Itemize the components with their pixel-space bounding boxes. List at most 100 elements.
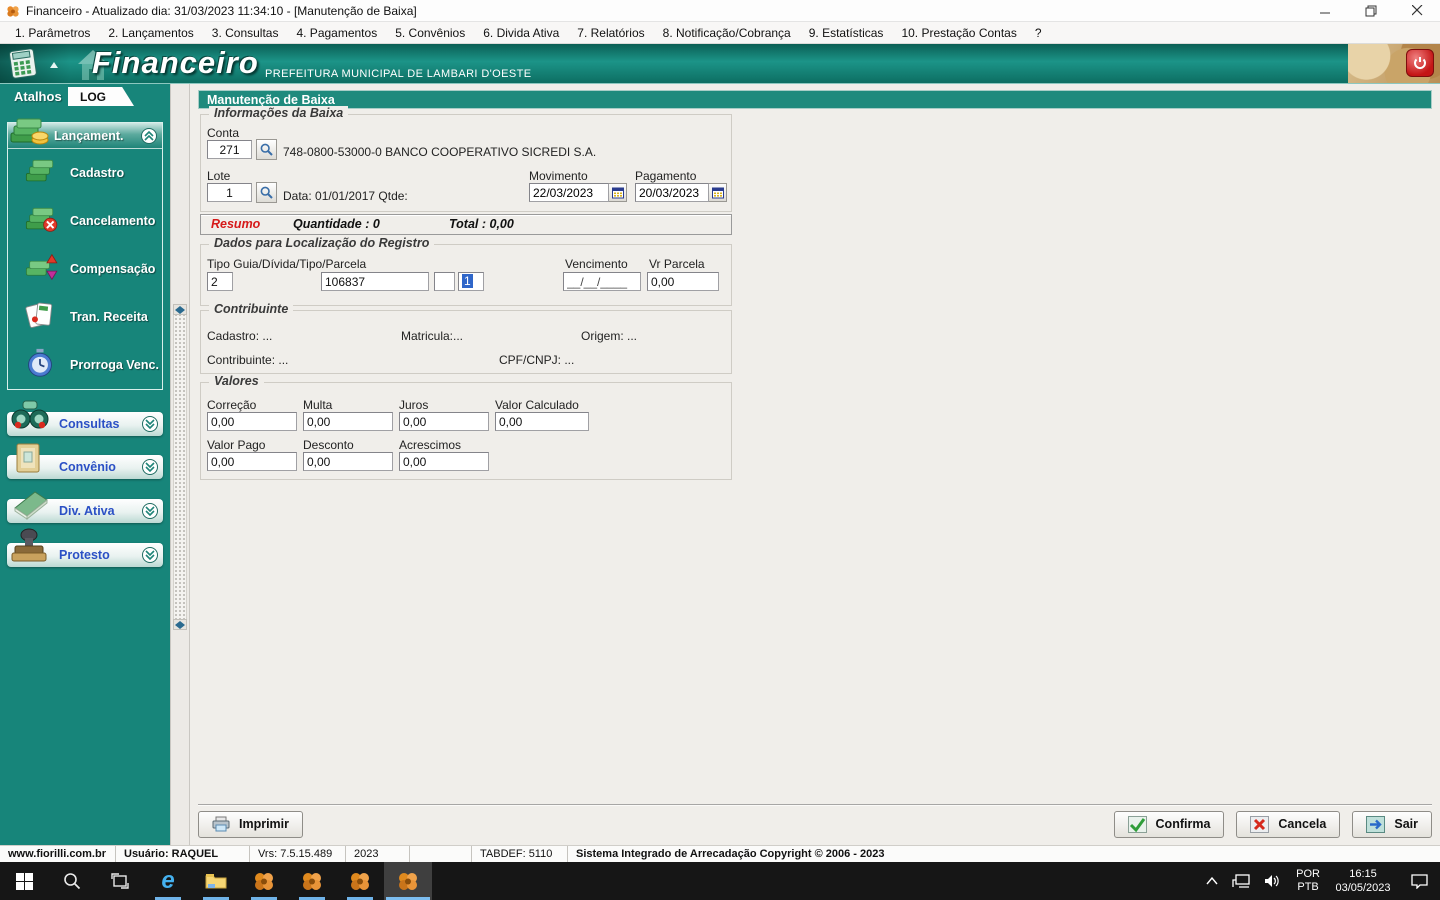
conta-input[interactable] xyxy=(207,140,252,159)
menu-help[interactable]: ? xyxy=(1026,22,1051,43)
valor-calculado-input[interactable] xyxy=(495,412,589,431)
chevron-down-icon[interactable] xyxy=(142,547,158,563)
valor-calculado-label: Valor Calculado xyxy=(495,398,579,412)
menu-consultas[interactable]: 3. Consultas xyxy=(203,22,288,43)
taskbar-internet-explorer[interactable]: e xyxy=(144,862,192,900)
sidebar-item-cancelamento[interactable]: Cancelamento xyxy=(8,197,162,245)
menu-notificacao-cobranca[interactable]: 8. Notificação/Cobrança xyxy=(654,22,800,43)
guia-input[interactable] xyxy=(321,272,429,291)
minimize-button[interactable] xyxy=(1302,0,1348,21)
cancela-button[interactable]: Cancela xyxy=(1236,810,1341,838)
menu-pagamentos[interactable]: 4. Pagamentos xyxy=(287,22,386,43)
splitter-collapse-buttons[interactable] xyxy=(173,304,187,315)
sidebar-item-prorroga-venc[interactable]: Prorroga Venc. xyxy=(8,341,162,389)
sidebar-group-divida-ativa[interactable]: Div. Ativa xyxy=(7,491,163,523)
arrow-right-icon[interactable] xyxy=(180,620,185,629)
atalhos-label: Atalhos xyxy=(14,89,62,104)
taskbar-fiorilli-app-2[interactable] xyxy=(288,862,336,900)
menu-lancamentos[interactable]: 2. Lançamentos xyxy=(99,22,202,43)
calendar-icon[interactable] xyxy=(709,183,727,202)
volume-icon[interactable] xyxy=(1257,862,1289,900)
menu-estatisticas[interactable]: 9. Estatísticas xyxy=(800,22,893,43)
sidebar-group-consultas[interactable]: Consultas xyxy=(7,400,163,436)
action-center-button[interactable] xyxy=(1399,862,1440,900)
parcela-selected-text: 1 xyxy=(462,274,473,288)
lote-input[interactable] xyxy=(207,183,252,202)
imprimir-button[interactable]: Imprimir xyxy=(198,810,304,838)
juros-label: Juros xyxy=(399,398,429,412)
sidebar-item-label: Prorroga Venc. xyxy=(70,358,159,372)
fiorilli-app-icon xyxy=(399,873,417,890)
sidebar-item-label: Tran. Receita xyxy=(70,310,148,324)
resumo-label: Resumo xyxy=(211,217,261,231)
menu-relatorios[interactable]: 7. Relatórios xyxy=(568,22,653,43)
clock[interactable]: 16:15 03/05/2023 xyxy=(1327,862,1399,900)
correcao-label: Correção xyxy=(207,398,257,412)
header-dropdown-arrow-icon[interactable] xyxy=(50,62,58,68)
confirma-button[interactable]: Confirma xyxy=(1113,810,1225,838)
menu-parametros[interactable]: 1. Parâmetros xyxy=(6,22,99,43)
movimento-date-input[interactable] xyxy=(529,183,609,202)
sidebar-group-lancamento-header[interactable]: Lançament. xyxy=(8,118,162,149)
language-indicator[interactable]: POR PTB xyxy=(1289,862,1327,900)
main-panel: Manutenção de Baixa Informações da Baixa… xyxy=(190,84,1440,845)
sidebar-group-convenio[interactable]: Convênio xyxy=(7,443,163,479)
confirma-label: Confirma xyxy=(1155,817,1211,831)
status-version: Vrs: 7.5.15.489 xyxy=(250,846,346,862)
restore-button[interactable] xyxy=(1348,0,1394,21)
sidebar-item-compensacao[interactable]: Compensação xyxy=(8,245,162,293)
money-stack-icon xyxy=(10,113,50,152)
power-exit-button[interactable] xyxy=(1406,49,1434,77)
multa-label: Multa xyxy=(303,398,333,412)
task-view-button[interactable] xyxy=(96,862,144,900)
sidebar-item-tran-receita[interactable]: Tran. Receita xyxy=(8,293,162,341)
splitter-handle[interactable] xyxy=(173,304,187,630)
taskbar-fiorilli-app-active[interactable] xyxy=(384,862,432,900)
tray-chevron-up-icon[interactable] xyxy=(1199,862,1225,900)
correcao-input[interactable] xyxy=(207,412,297,431)
divida-tipo-input[interactable] xyxy=(434,272,455,291)
network-icon[interactable] xyxy=(1225,862,1257,900)
valor-pago-input[interactable] xyxy=(207,452,297,471)
arrow-right-icon[interactable] xyxy=(180,305,185,314)
close-button[interactable] xyxy=(1394,0,1440,21)
start-button[interactable] xyxy=(0,862,48,900)
vencimento-input[interactable] xyxy=(563,272,641,291)
green-book-icon xyxy=(9,484,51,523)
tipo-input[interactable] xyxy=(207,272,233,291)
sidebar-group-label: Lançament. xyxy=(54,128,124,143)
taskbar-fiorilli-app-1[interactable] xyxy=(240,862,288,900)
status-user: Usuário: RAQUEL xyxy=(116,846,250,862)
cancela-label: Cancela xyxy=(1278,817,1327,831)
calculator-icon[interactable] xyxy=(8,49,40,79)
vr-parcela-input[interactable] xyxy=(647,272,719,291)
taskbar-fiorilli-app-3[interactable] xyxy=(336,862,384,900)
calendar-icon[interactable] xyxy=(609,183,627,202)
search-icon xyxy=(64,873,81,890)
menu-convenios[interactable]: 5. Convênios xyxy=(386,22,474,43)
chevron-up-icon[interactable] xyxy=(141,128,157,144)
conta-search-button[interactable] xyxy=(256,139,277,160)
chevron-down-icon[interactable] xyxy=(142,416,158,432)
sair-button[interactable]: Sair xyxy=(1352,810,1432,838)
log-tab[interactable]: LOG xyxy=(68,87,134,106)
taskbar-search-button[interactable] xyxy=(48,862,96,900)
taskbar-file-explorer[interactable] xyxy=(192,862,240,900)
acrescimos-label: Acrescimos xyxy=(399,438,462,452)
acrescimos-input[interactable] xyxy=(399,452,489,471)
menu-prestacao-contas[interactable]: 10. Prestação Contas xyxy=(892,22,1025,43)
chevron-down-icon[interactable] xyxy=(142,503,158,519)
lote-search-button[interactable] xyxy=(256,182,277,203)
chevron-down-icon[interactable] xyxy=(142,459,158,475)
pagamento-date-input[interactable] xyxy=(635,183,709,202)
parcela-input[interactable]: 1 xyxy=(458,272,484,291)
juros-input[interactable] xyxy=(399,412,489,431)
sidebar-item-cadastro[interactable]: Cadastro xyxy=(8,149,162,197)
fiorilli-app-icon xyxy=(7,5,19,17)
sidebar-splitter[interactable] xyxy=(170,84,190,845)
sidebar-group-protesto[interactable]: Protesto xyxy=(7,528,163,567)
splitter-collapse-buttons[interactable] xyxy=(173,619,187,630)
desconto-input[interactable] xyxy=(303,452,393,471)
menu-divida-ativa[interactable]: 6. Divida Ativa xyxy=(474,22,568,43)
multa-input[interactable] xyxy=(303,412,393,431)
